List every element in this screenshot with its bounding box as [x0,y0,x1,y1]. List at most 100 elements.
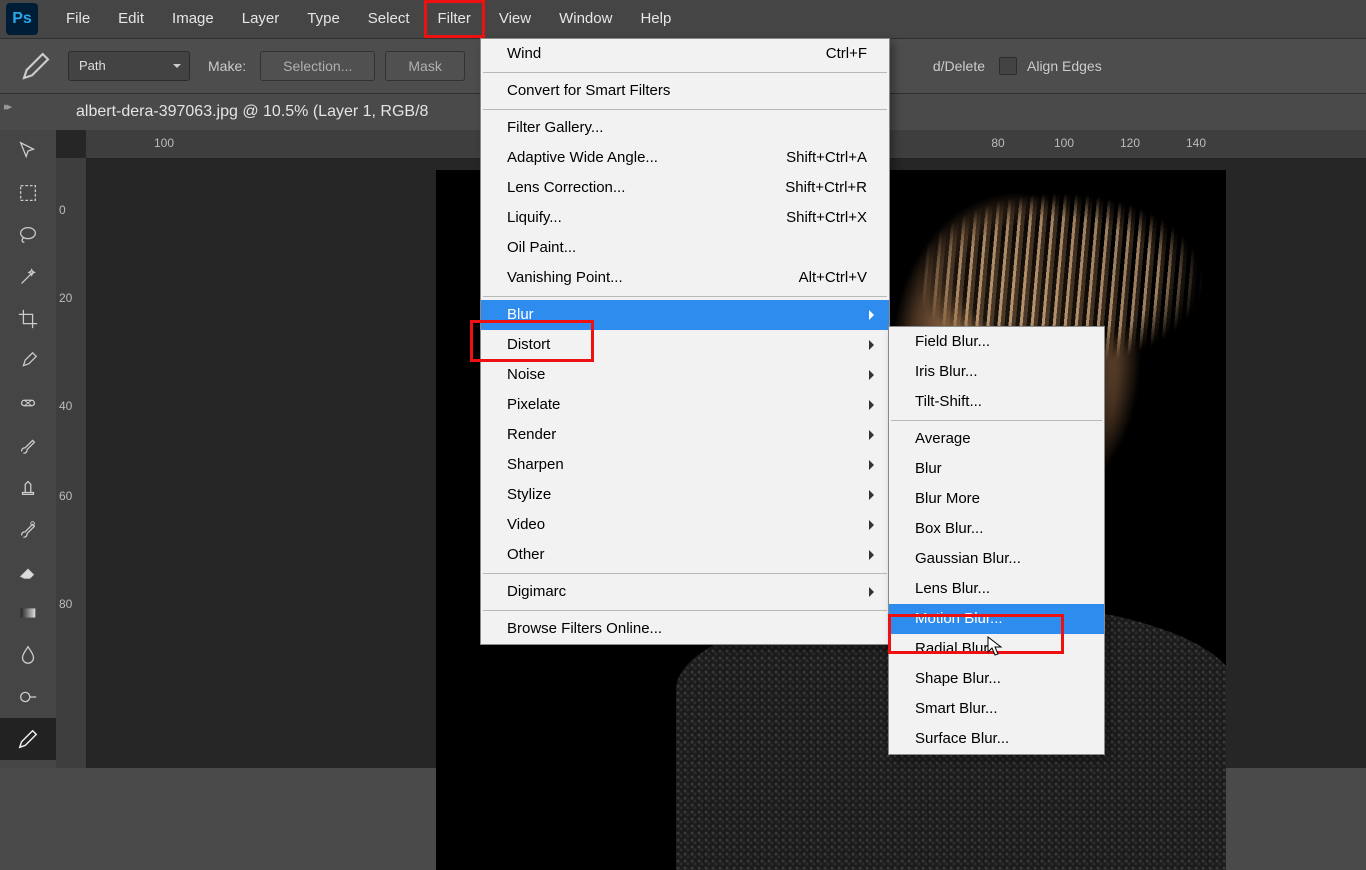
blur-lens[interactable]: Lens Blur... [889,574,1104,604]
ruler-h-label: 100 [1054,136,1074,150]
submenu-arrow-icon [869,370,879,380]
menu-label: Pixelate [507,396,560,413]
blur-gaussian[interactable]: Gaussian Blur... [889,544,1104,574]
move-tool[interactable] [0,130,56,172]
blur-tiltshift[interactable]: Tilt-Shift... [889,387,1104,417]
ruler-v-label: 60 [59,489,72,503]
history-brush-tool[interactable] [0,508,56,550]
vertical-ruler: 0 20 40 60 80 [56,158,87,768]
menu-image[interactable]: Image [158,0,228,38]
ruler-h-label: 100 [154,136,174,150]
filter-lens-correction[interactable]: Lens Correction... Shift+Ctrl+R [481,173,889,203]
menu-layer[interactable]: Layer [228,0,294,38]
submenu-arrow-icon [869,430,879,440]
submenu-arrow-icon [869,460,879,470]
crop-tool[interactable] [0,298,56,340]
eraser-tool[interactable] [0,550,56,592]
menu-type[interactable]: Type [293,0,354,38]
ruler-h-label: 80 [991,136,1004,150]
filter-other-submenu[interactable]: Other [481,540,889,570]
blur-submenu: Field Blur... Iris Blur... Tilt-Shift...… [888,326,1105,755]
menu-file[interactable]: File [52,0,104,38]
filter-digimarc-submenu[interactable]: Digimarc [481,577,889,607]
blur-box[interactable]: Box Blur... [889,514,1104,544]
healing-brush-tool[interactable] [0,382,56,424]
clone-stamp-tool[interactable] [0,466,56,508]
brush-tool[interactable] [0,424,56,466]
filter-liquify[interactable]: Liquify... Shift+Ctrl+X [481,203,889,233]
eyedropper-tool[interactable] [0,340,56,382]
menu-view[interactable]: View [485,0,545,38]
filter-vanishing-point[interactable]: Vanishing Point... Alt+Ctrl+V [481,263,889,293]
ruler-h-label: 140 [1186,136,1206,150]
menu-shortcut: Shift+Ctrl+X [786,203,867,233]
filter-render-submenu[interactable]: Render [481,420,889,450]
pen-tool[interactable] [0,718,56,760]
submenu-arrow-icon [869,340,879,350]
app-logo: Ps [6,3,38,35]
submenu-arrow-icon [869,550,879,560]
filter-blur-submenu[interactable]: Blur [481,300,889,330]
make-label: Make: [208,58,246,74]
menu-edit[interactable]: Edit [104,0,158,38]
filter-menu: Wind Ctrl+F Convert for Smart Filters Fi… [480,38,890,645]
filter-noise-submenu[interactable]: Noise [481,360,889,390]
menu-select[interactable]: Select [354,0,424,38]
ruler-v-label: 0 [59,203,66,217]
filter-distort-submenu[interactable]: Distort [481,330,889,360]
blur-motion[interactable]: Motion Blur... [889,604,1104,634]
blur-smart[interactable]: Smart Blur... [889,694,1104,724]
ruler-v-label: 80 [59,597,72,611]
make-mask-button[interactable]: Mask [385,51,464,81]
pen-tool-icon[interactable] [20,50,52,82]
menu-filter[interactable]: Filter [424,0,485,38]
expand-chevrons-icon[interactable]: ▸▸ [4,100,9,113]
dodge-tool[interactable] [0,676,56,718]
menu-help[interactable]: Help [626,0,685,38]
magic-wand-tool[interactable] [0,256,56,298]
menu-separator [891,420,1102,421]
marquee-tool[interactable] [0,172,56,214]
blur-blur[interactable]: Blur [889,454,1104,484]
filter-video-submenu[interactable]: Video [481,510,889,540]
document-tab[interactable]: albert-dera-397063.jpg @ 10.5% (Layer 1,… [62,94,442,130]
gradient-tool[interactable] [0,592,56,634]
lasso-tool[interactable] [0,214,56,256]
submenu-arrow-icon [869,490,879,500]
align-edges-label: Align Edges [1027,58,1102,74]
ruler-h-label: 120 [1120,136,1140,150]
blur-shape[interactable]: Shape Blur... [889,664,1104,694]
filter-sharpen-submenu[interactable]: Sharpen [481,450,889,480]
submenu-arrow-icon [869,587,879,597]
menu-shortcut: Shift+Ctrl+R [785,173,867,203]
make-selection-button[interactable]: Selection... [260,51,375,81]
filter-adaptive-wide[interactable]: Adaptive Wide Angle... Shift+Ctrl+A [481,143,889,173]
menu-label: Video [507,516,545,533]
blur-tool[interactable] [0,634,56,676]
blur-more[interactable]: Blur More [889,484,1104,514]
menu-shortcut: Alt+Ctrl+V [799,263,867,293]
mode-select[interactable]: Path [68,51,190,81]
filter-oil-paint[interactable]: Oil Paint... [481,233,889,263]
submenu-arrow-icon [869,310,879,320]
menu-window[interactable]: Window [545,0,626,38]
filter-pixelate-submenu[interactable]: Pixelate [481,390,889,420]
align-edges-checkbox[interactable] [999,57,1017,75]
menu-shortcut: Shift+Ctrl+A [786,143,867,173]
menu-label: Digimarc [507,583,566,600]
filter-stylize-submenu[interactable]: Stylize [481,480,889,510]
blur-average[interactable]: Average [889,424,1104,454]
menu-separator [483,573,887,574]
mouse-cursor-icon [987,636,1003,658]
filter-gallery[interactable]: Filter Gallery... [481,113,889,143]
ruler-v-label: 20 [59,291,72,305]
filter-browse-online[interactable]: Browse Filters Online... [481,614,889,644]
menu-label: Render [507,426,556,443]
blur-surface[interactable]: Surface Blur... [889,724,1104,754]
filter-last[interactable]: Wind Ctrl+F [481,39,889,69]
blur-field[interactable]: Field Blur... [889,327,1104,357]
filter-convert-smart[interactable]: Convert for Smart Filters [481,76,889,106]
toolbox [0,130,57,768]
blur-iris[interactable]: Iris Blur... [889,357,1104,387]
menu-label: Wind [507,45,541,62]
